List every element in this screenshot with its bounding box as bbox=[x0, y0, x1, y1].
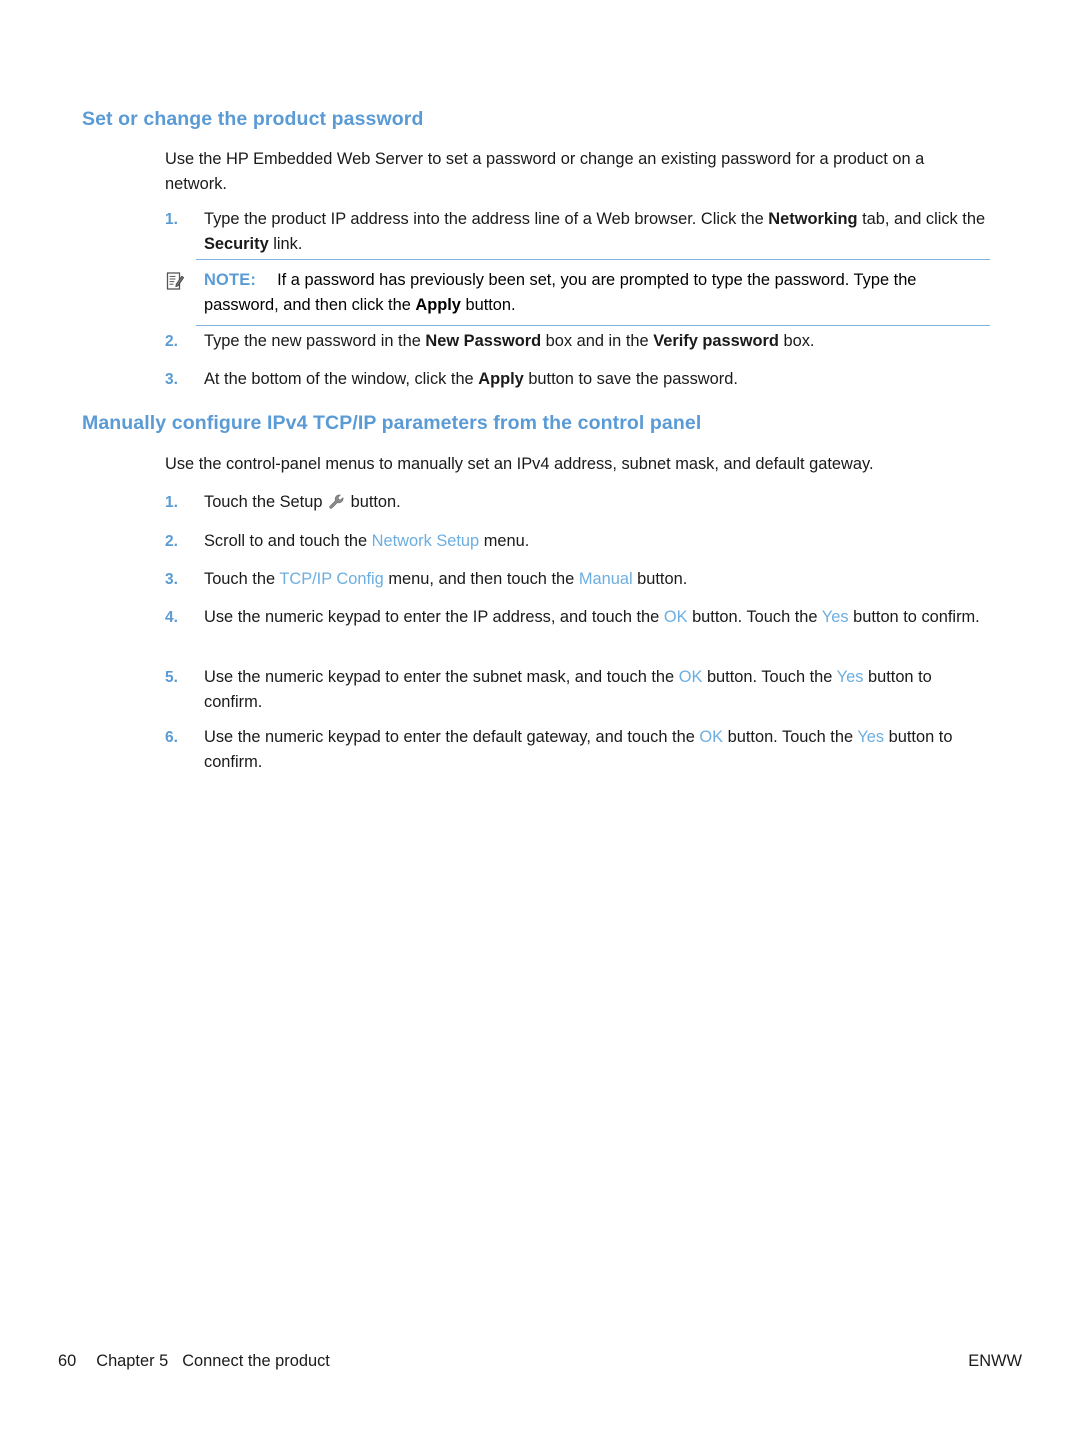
list-item-number: 1. bbox=[165, 494, 178, 511]
list-item-text: Touch the Setup button. bbox=[204, 493, 401, 511]
list-item-number: 6. bbox=[165, 729, 178, 746]
emphasis-text: Apply bbox=[415, 296, 461, 314]
section-intro-paragraph: Use the control-panel menus to manually … bbox=[165, 455, 874, 473]
note-box: NOTE: If a password has previously been … bbox=[165, 259, 990, 326]
note-bottom-rule bbox=[196, 325, 990, 326]
list-item-number: 1. bbox=[165, 211, 178, 228]
list-item-text: Use the numeric keypad to enter the defa… bbox=[204, 728, 953, 771]
note-pencil-icon bbox=[165, 271, 185, 291]
list-item: 1. Touch the Setup button. bbox=[165, 490, 987, 515]
list-item: 3. Touch the TCP/IP Config menu, and the… bbox=[165, 567, 987, 592]
footer-left: 60 Chapter 5 Connect the product bbox=[58, 1352, 330, 1371]
emphasis-text: Security bbox=[204, 235, 269, 253]
list-item-text: Use the numeric keypad to enter the IP a… bbox=[204, 608, 980, 626]
list-item-text: Type the product IP address into the add… bbox=[204, 210, 986, 253]
list-item-number: 4. bbox=[165, 609, 178, 626]
note-text: If a password has previously been set, y… bbox=[204, 271, 917, 314]
emphasis-text: New Password bbox=[425, 332, 542, 350]
list-item: 2. Type the new password in the New Pass… bbox=[165, 329, 987, 354]
footer-chapter-title: Connect the product bbox=[182, 1352, 330, 1370]
ui-term: Yes bbox=[857, 728, 885, 746]
ui-term: OK bbox=[699, 728, 724, 746]
list-item-text: Touch the TCP/IP Config menu, and then t… bbox=[204, 570, 688, 588]
ui-term: TCP/IP Config bbox=[279, 570, 384, 588]
ui-term: Manual bbox=[578, 570, 633, 588]
list-item: 2. Scroll to and touch the Network Setup… bbox=[165, 529, 987, 554]
list-item: 5. Use the numeric keypad to enter the s… bbox=[165, 665, 987, 715]
ui-term: Network Setup bbox=[371, 532, 480, 550]
list-item: 4. Use the numeric keypad to enter the I… bbox=[165, 605, 987, 630]
footer-chapter: Chapter 5 bbox=[96, 1352, 169, 1370]
list-item: 3. At the bottom of the window, click th… bbox=[165, 367, 987, 392]
list-item: 6. Use the numeric keypad to enter the d… bbox=[165, 725, 987, 775]
emphasis-text: Networking bbox=[768, 210, 858, 228]
list-item-number: 3. bbox=[165, 371, 178, 388]
list-item-number: 5. bbox=[165, 669, 178, 686]
ui-term: OK bbox=[678, 668, 703, 686]
footer-page-number: 60 bbox=[58, 1352, 77, 1370]
ui-term: Yes bbox=[836, 668, 864, 686]
list-item-text: Scroll to and touch the Network Setup me… bbox=[204, 532, 530, 550]
section-heading-set-password: Set or change the product password bbox=[82, 108, 424, 130]
list-item-number: 2. bbox=[165, 333, 178, 350]
section-heading-ipv4-config: Manually configure IPv4 TCP/IP parameter… bbox=[82, 412, 702, 434]
list-item-text: At the bottom of the window, click the A… bbox=[204, 370, 738, 388]
document-page: Set or change the product password Use t… bbox=[0, 0, 1080, 1437]
list-item: 1. Type the product IP address into the … bbox=[165, 207, 987, 257]
note-body: NOTE: If a password has previously been … bbox=[204, 268, 990, 318]
list-item-number: 3. bbox=[165, 571, 178, 588]
list-item-text: Use the numeric keypad to enter the subn… bbox=[204, 668, 932, 711]
ui-term: OK bbox=[663, 608, 688, 626]
wrench-icon bbox=[328, 493, 345, 510]
list-item-text: Type the new password in the New Passwor… bbox=[204, 332, 815, 350]
footer-enww: ENWW bbox=[968, 1352, 1022, 1370]
emphasis-text: Apply bbox=[478, 370, 524, 388]
note-top-rule bbox=[196, 259, 990, 260]
note-label: NOTE: bbox=[204, 271, 256, 289]
ui-term: Yes bbox=[821, 608, 849, 626]
emphasis-text: Verify password bbox=[653, 332, 779, 350]
section-intro-paragraph: Use the HP Embedded Web Server to set a … bbox=[165, 150, 925, 193]
list-item-number: 2. bbox=[165, 533, 178, 550]
